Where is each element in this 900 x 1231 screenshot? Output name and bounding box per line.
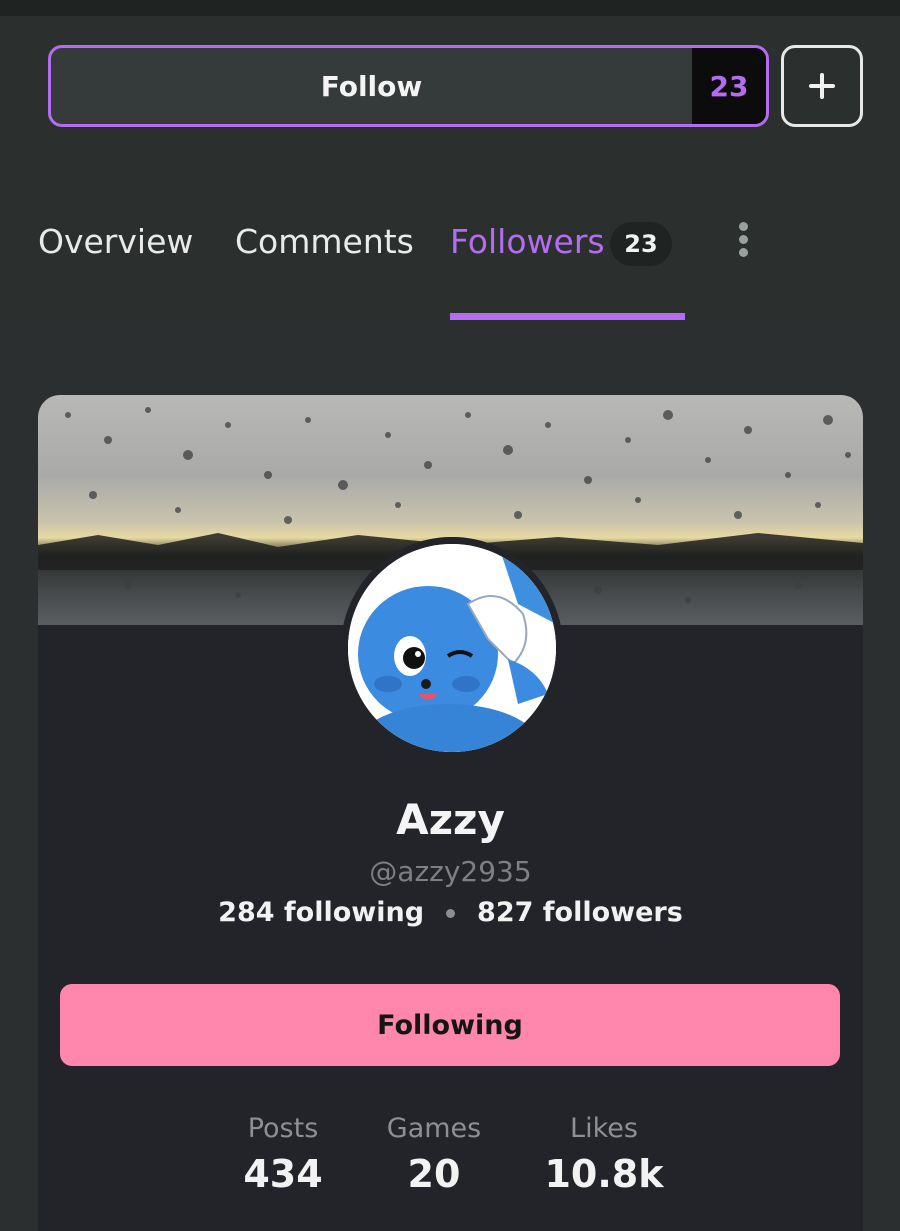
- metric-value: 434: [243, 1152, 323, 1196]
- profile-handle: @azzy2935: [369, 855, 532, 888]
- profile-name: Azzy: [396, 795, 505, 844]
- avatar-frame: [341, 537, 563, 759]
- following-button[interactable]: Following: [60, 984, 840, 1066]
- follow-label: Follow: [320, 69, 423, 103]
- add-button[interactable]: [781, 45, 863, 127]
- tab-followers[interactable]: Followers: [450, 220, 605, 264]
- follow-count: 23: [692, 48, 766, 124]
- tab-comments[interactable]: Comments: [235, 220, 414, 264]
- following-count-link[interactable]: 284 following: [218, 897, 424, 928]
- profile-card: Azzy @azzy2935 284 following 827 follower…: [38, 395, 863, 1231]
- follow-button[interactable]: Follow 23: [48, 45, 769, 127]
- metric-label: Games: [386, 1113, 482, 1144]
- metric-posts[interactable]: Posts 434: [223, 1113, 343, 1196]
- status-bar-strip: [0, 0, 900, 16]
- metric-likes[interactable]: Likes 10.8k: [534, 1113, 674, 1196]
- plus-icon: [809, 73, 835, 99]
- metric-label: Likes: [570, 1113, 638, 1144]
- metric-label: Posts: [247, 1113, 319, 1144]
- metric-value: 20: [407, 1152, 461, 1196]
- metric-value: 10.8k: [544, 1152, 664, 1196]
- tab-overview[interactable]: Overview: [38, 220, 193, 264]
- more-vertical-icon[interactable]: [734, 220, 754, 260]
- separator-dot: [446, 909, 456, 918]
- metric-games[interactable]: Games 20: [374, 1113, 494, 1196]
- followers-count-badge: 23: [610, 222, 672, 266]
- active-tab-indicator: [450, 313, 685, 320]
- avatar-character-image: [348, 544, 556, 752]
- followers-count-link[interactable]: 827 followers: [477, 897, 683, 928]
- follow-stats: 284 following 827 followers: [38, 897, 863, 928]
- avatar[interactable]: [348, 544, 556, 752]
- profile-tabs: Overview Comments Followers 23: [0, 160, 900, 320]
